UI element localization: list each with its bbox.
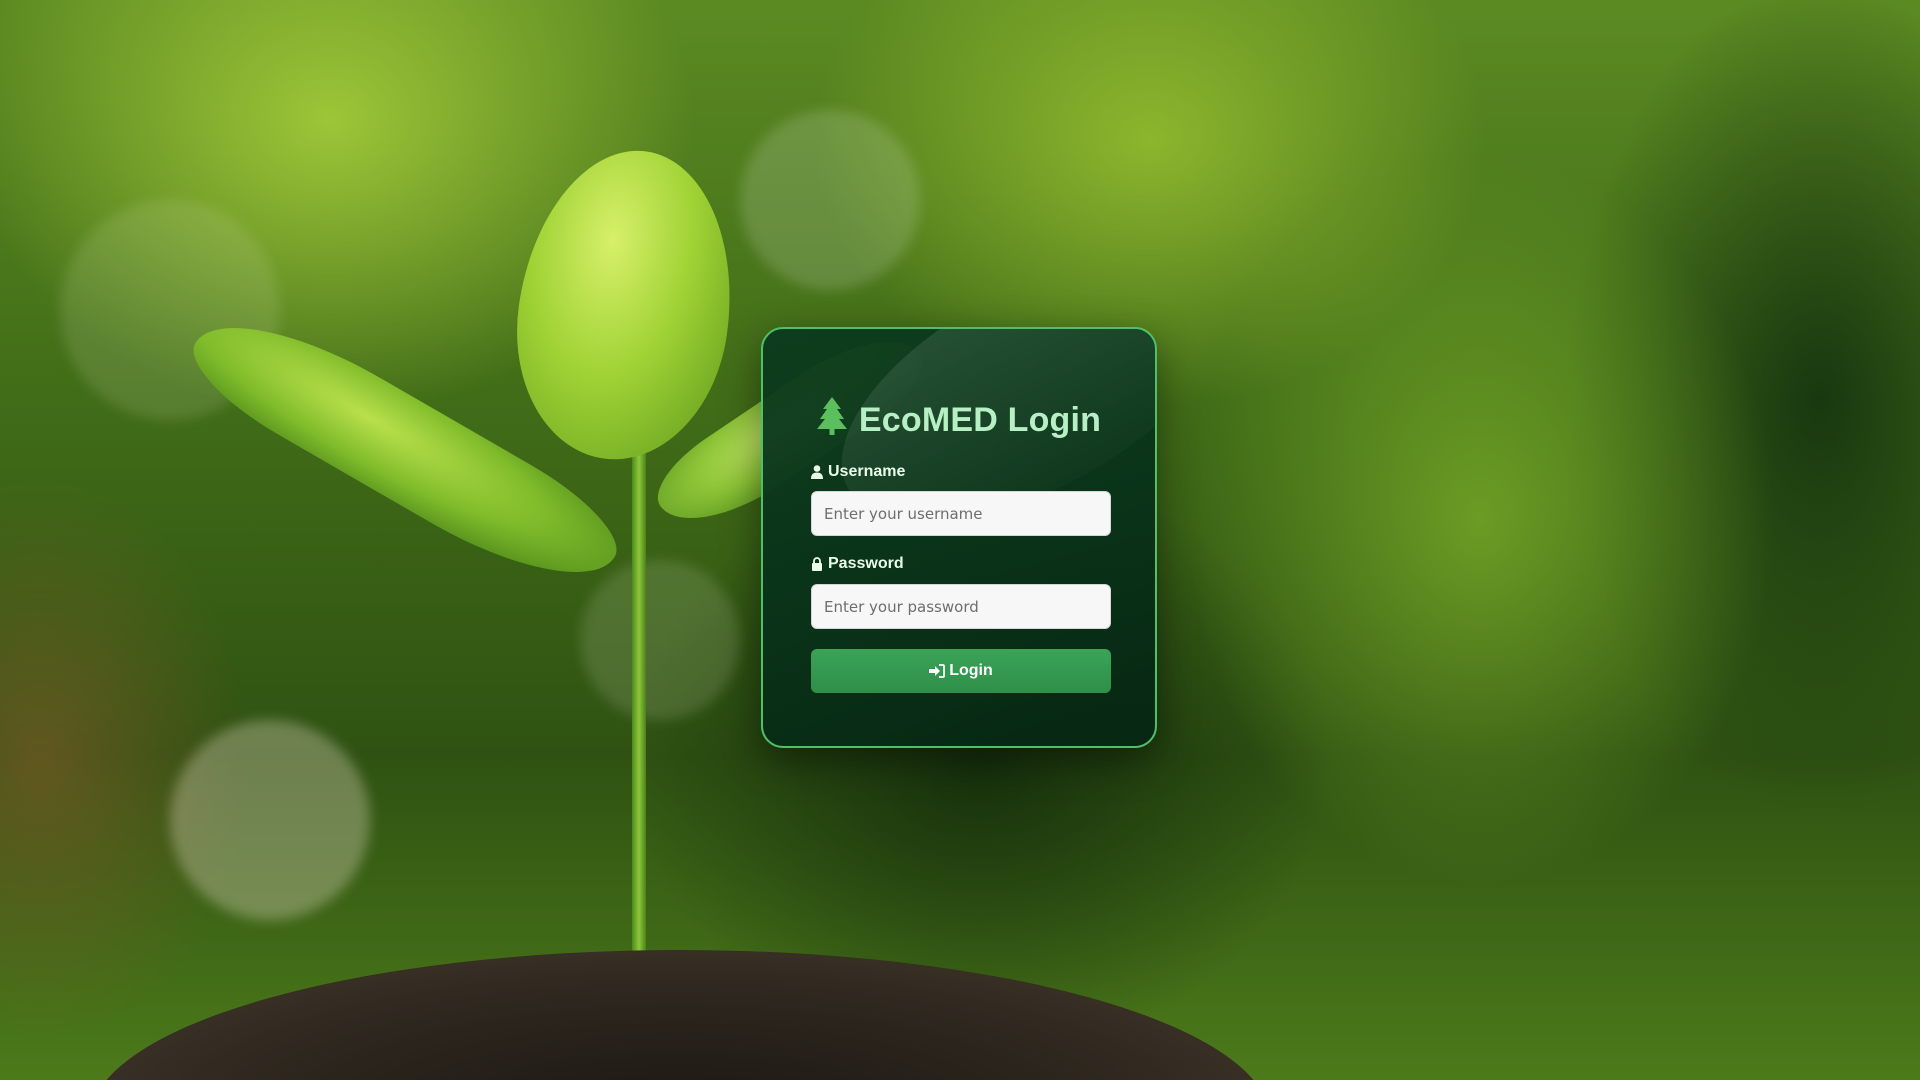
password-input[interactable] — [811, 584, 1111, 629]
user-icon — [811, 465, 823, 479]
login-button[interactable]: Login — [811, 649, 1111, 693]
login-button-label: Login — [949, 662, 993, 679]
password-label: Password — [811, 555, 904, 573]
tree-icon — [816, 397, 847, 435]
login-card: EcoMED Login Username Password Login — [761, 327, 1157, 748]
seedling-leaf — [499, 136, 751, 474]
lock-icon — [812, 557, 822, 571]
bokeh-light — [740, 110, 920, 290]
username-label-text: Username — [828, 463, 906, 480]
login-title-text: EcoMED Login — [858, 401, 1102, 439]
bokeh-light — [580, 560, 740, 720]
bokeh-light — [170, 720, 370, 920]
username-label: Username — [811, 463, 905, 481]
password-label-text: Password — [828, 555, 904, 572]
login-title: EcoMED Login — [763, 397, 1155, 440]
username-input[interactable] — [811, 491, 1111, 536]
soil-mound — [90, 950, 1270, 1080]
card-sheen — [800, 329, 1155, 576]
seedling-stem — [632, 430, 646, 990]
sign-in-icon — [929, 664, 946, 678]
